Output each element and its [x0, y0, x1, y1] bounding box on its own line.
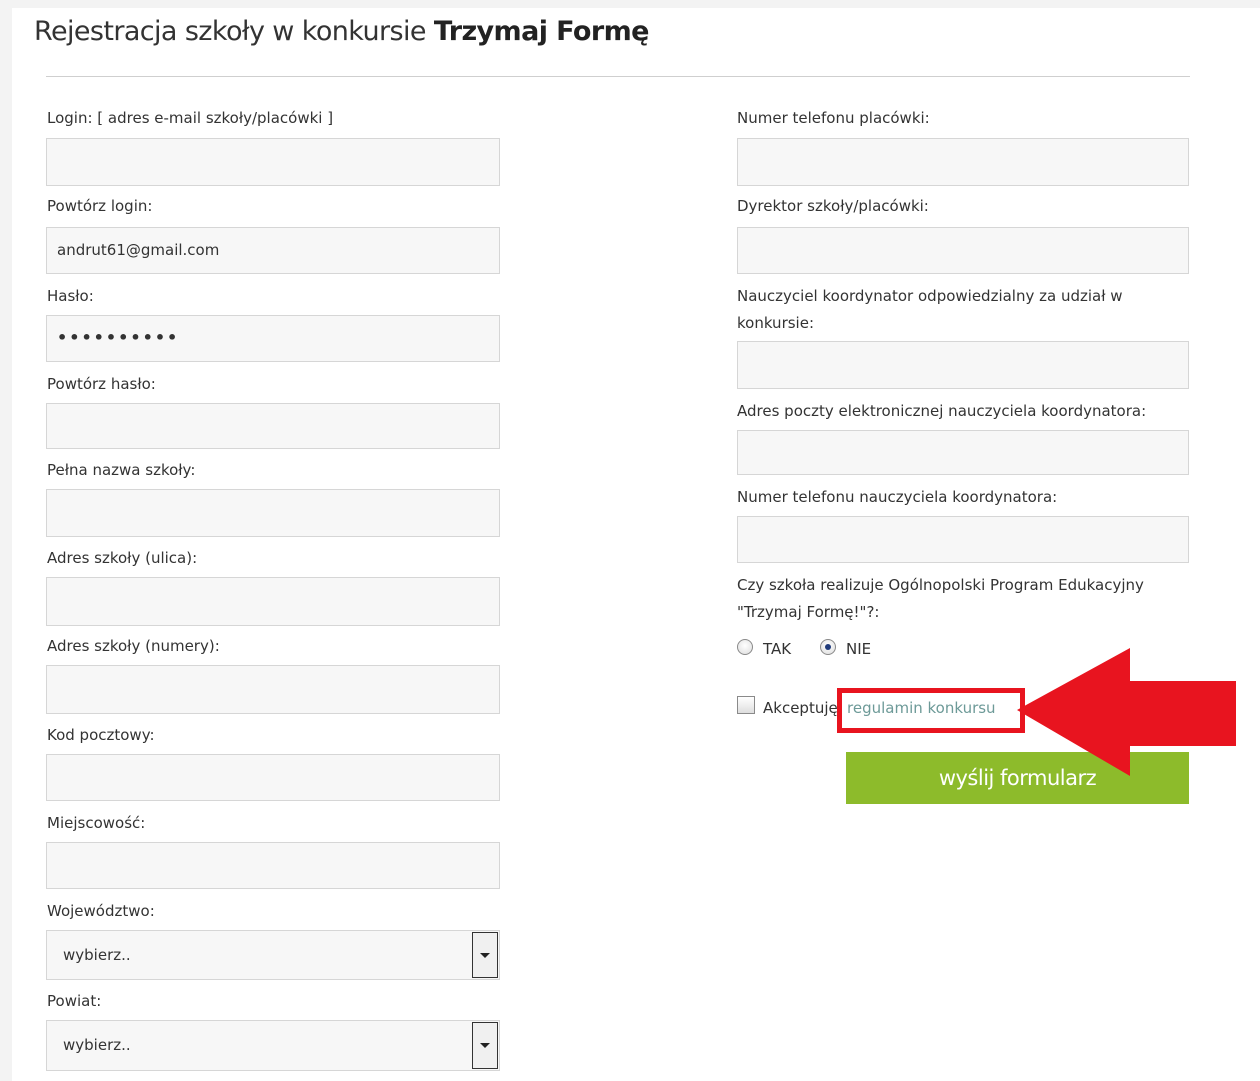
school-name-input[interactable] — [46, 489, 500, 537]
school-name-label: Pełna nazwa szkoły: — [47, 461, 196, 479]
login-input[interactable] — [46, 138, 500, 186]
page-title-bold: Trzymaj Formę — [433, 16, 650, 47]
numbers-label: Adres szkoły (numery): — [47, 637, 220, 655]
coordinator-email-input[interactable] — [737, 430, 1189, 475]
radio-nie[interactable] — [820, 639, 836, 655]
accept-terms-checkbox[interactable] — [737, 696, 755, 714]
program-question-label: Czy szkoła realizuje Ogólnopolski Progra… — [737, 576, 1144, 621]
voivodeship-select[interactable]: wybierz.. — [46, 930, 500, 980]
numbers-input[interactable] — [46, 665, 500, 714]
voivodeship-selected-value: wybierz.. — [63, 946, 131, 964]
page-title-prefix: Rejestracja szkoły w konkursie — [34, 16, 434, 47]
voivodeship-label: Województwo: — [47, 902, 155, 920]
chevron-down-icon[interactable] — [472, 932, 498, 978]
repeat-login-label: Powtórz login: — [47, 197, 153, 215]
login-label: Login: [ adres e-mail szkoły/placówki ] — [47, 109, 334, 127]
annotation-highlight-box — [837, 688, 1025, 733]
radio-nie-label: NIE — [846, 640, 872, 658]
director-label: Dyrektor szkoły/placówki: — [737, 197, 929, 215]
annotation-arrow-icon — [1017, 648, 1236, 776]
chevron-down-icon[interactable] — [472, 1022, 498, 1069]
repeat-password-input[interactable] — [46, 403, 500, 449]
radio-tak[interactable] — [737, 639, 753, 655]
county-select[interactable]: wybierz.. — [46, 1020, 500, 1071]
password-label: Hasło: — [47, 287, 94, 305]
postal-code-label: Kod pocztowy: — [47, 726, 155, 744]
city-label: Miejscowość: — [47, 814, 146, 832]
coordinator-email-label: Adres poczty elektronicznej nauczyciela … — [737, 402, 1147, 420]
repeat-password-label: Powtórz hasło: — [47, 375, 156, 393]
page-title: Rejestracja szkoły w konkursie Trzymaj F… — [34, 16, 649, 47]
coordinator-phone-input[interactable] — [737, 516, 1189, 563]
coordinator-input[interactable] — [737, 341, 1189, 389]
radio-tak-label: TAK — [763, 640, 792, 658]
school-phone-input[interactable] — [737, 138, 1189, 186]
director-input[interactable] — [737, 227, 1189, 274]
street-label: Adres szkoły (ulica): — [47, 549, 198, 567]
accept-terms-label: Akceptuję — [763, 699, 838, 717]
repeat-login-input[interactable]: andrut61@gmail.com — [46, 227, 500, 274]
coordinator-phone-label: Numer telefonu nauczyciela koordynatora: — [737, 488, 1058, 506]
postal-code-input[interactable] — [46, 754, 500, 801]
city-input[interactable] — [46, 842, 500, 889]
coordinator-label: Nauczyciel koordynator odpowiedzialny za… — [737, 287, 1123, 332]
county-label: Powiat: — [47, 992, 102, 1010]
password-input[interactable]: •••••••••• — [46, 315, 500, 362]
school-phone-label: Numer telefonu placówki: — [737, 109, 930, 127]
title-divider — [46, 76, 1190, 77]
street-input[interactable] — [46, 577, 500, 626]
county-selected-value: wybierz.. — [63, 1036, 131, 1054]
